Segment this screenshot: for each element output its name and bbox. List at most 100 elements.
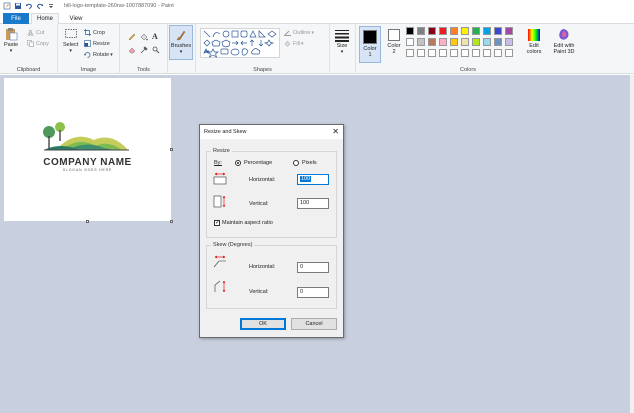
palette-swatch[interactable]: [472, 49, 480, 57]
cut-button[interactable]: Cut: [27, 29, 45, 36]
ok-button[interactable]: OK: [240, 318, 286, 330]
tab-view[interactable]: View: [62, 13, 90, 24]
maintain-aspect-label[interactable]: Maintain aspect ratio: [222, 220, 273, 226]
rotate-button[interactable]: Rotate ▾: [84, 51, 113, 58]
vertical-scrollbar[interactable]: [630, 75, 634, 413]
image-label: Image: [80, 67, 97, 73]
crop-label: Crop: [93, 29, 105, 36]
pixels-radio[interactable]: [293, 160, 299, 166]
resize-skew-dialog: Resize and Skew ✕ Resize By: Percentage …: [199, 124, 344, 338]
palette-swatch[interactable]: [439, 38, 447, 46]
resize-section: Resize By: Percentage Pixels Horizontal:…: [206, 148, 337, 238]
palette-swatch[interactable]: [417, 27, 425, 35]
palette-swatch[interactable]: [439, 27, 447, 35]
palette-swatch[interactable]: [417, 38, 425, 46]
resize-label: Resize: [93, 40, 110, 47]
palette-swatch[interactable]: [428, 27, 436, 35]
resize-button[interactable]: Resize: [84, 40, 110, 47]
palette-swatch[interactable]: [494, 49, 502, 57]
quick-access-dropdown-icon[interactable]: [47, 2, 55, 10]
crop-button[interactable]: Crop: [84, 29, 105, 36]
edit-colors-button[interactable]: Edit colors: [524, 28, 544, 55]
tools-label: Tools: [137, 67, 150, 73]
fill-label: Fill: [293, 40, 301, 47]
copy-button[interactable]: Copy: [27, 40, 49, 47]
fill-bucket-icon[interactable]: [140, 33, 148, 41]
palette-swatch[interactable]: [428, 49, 436, 57]
save-icon[interactable]: [14, 2, 22, 10]
shapes-gallery[interactable]: [200, 28, 280, 58]
fill-button[interactable]: Fill ▾: [284, 40, 304, 47]
resize-icon: [84, 40, 91, 47]
vertical-label: Vertical:: [249, 201, 269, 207]
eraser-icon[interactable]: [128, 46, 136, 54]
paste-button[interactable]: Paste ▾: [4, 27, 18, 54]
palette-swatch[interactable]: [461, 49, 469, 57]
pixels-label[interactable]: Pixels: [302, 160, 317, 166]
color1-button[interactable]: Color 1: [359, 26, 381, 63]
skew-horizontal-input[interactable]: 0: [297, 262, 329, 273]
palette-swatch[interactable]: [494, 27, 502, 35]
image-canvas[interactable]: COMPANY NAME SLOGAN GOES HERE: [4, 78, 171, 221]
palette-swatch[interactable]: [472, 27, 480, 35]
logo-company-name: COMPANY NAME: [43, 157, 132, 168]
palette-swatch[interactable]: [505, 49, 513, 57]
tab-home[interactable]: Home: [31, 13, 59, 24]
canvas-resize-handle-corner[interactable]: [170, 220, 173, 223]
canvas-resize-handle-bottom[interactable]: [86, 220, 89, 223]
pencil-icon[interactable]: [128, 33, 136, 41]
palette-swatch[interactable]: [428, 38, 436, 46]
crop-icon: [84, 29, 91, 36]
palette-swatch[interactable]: [505, 27, 513, 35]
skew-vertical-input[interactable]: 0: [297, 287, 329, 298]
palette-swatch[interactable]: [406, 49, 414, 57]
size-button[interactable]: Size ▾: [333, 28, 351, 55]
undo-icon[interactable]: [25, 2, 33, 10]
percentage-radio[interactable]: [235, 160, 241, 166]
vertical-resize-input[interactable]: 100: [297, 198, 329, 209]
ribbon: Paste ▾ Cut Copy Clipboard Select ▾ Crop…: [0, 24, 634, 74]
edit-with-paint3d-button[interactable]: Edit with Paint 3D: [550, 28, 578, 55]
palette-swatch[interactable]: [450, 49, 458, 57]
palette-swatch[interactable]: [461, 38, 469, 46]
skew-section: Skew (Degrees) Horizontal: 0 Vertical: 0: [206, 242, 337, 309]
rotate-icon: [84, 51, 91, 58]
size-group[interactable]: Size ▾: [330, 24, 356, 74]
horizontal-label: Horizontal:: [249, 177, 276, 183]
redo-icon[interactable]: [36, 2, 44, 10]
palette-swatch[interactable]: [450, 27, 458, 35]
skew-vertical-label: Vertical:: [249, 289, 269, 295]
ribbon-tabs: File Home View: [0, 12, 634, 24]
palette-swatch[interactable]: [417, 49, 425, 57]
copy-label: Copy: [36, 40, 49, 47]
palette-swatch[interactable]: [472, 38, 480, 46]
palette-swatch[interactable]: [505, 38, 513, 46]
magnifier-icon[interactable]: [152, 46, 160, 54]
palette-swatch[interactable]: [406, 38, 414, 46]
palette-swatch[interactable]: [483, 49, 491, 57]
close-icon[interactable]: ✕: [332, 127, 339, 136]
canvas-resize-handle-right[interactable]: [170, 148, 173, 151]
maintain-aspect-checkbox[interactable]: ✓: [214, 220, 220, 226]
palette-swatch[interactable]: [406, 27, 414, 35]
line-size-icon: [335, 30, 349, 42]
palette-swatch[interactable]: [494, 38, 502, 46]
outline-button[interactable]: Outline ▾: [284, 29, 314, 36]
percentage-label[interactable]: Percentage: [244, 160, 272, 166]
palette-swatch[interactable]: [461, 27, 469, 35]
palette-swatch[interactable]: [439, 49, 447, 57]
horizontal-resize-input[interactable]: 100: [297, 174, 329, 185]
color-picker-icon[interactable]: [140, 46, 148, 54]
select-button[interactable]: Select ▾: [63, 27, 78, 54]
palette-swatch[interactable]: [483, 27, 491, 35]
brushes-button[interactable]: Brushes ▾: [169, 25, 193, 60]
color2-button[interactable]: Color 2: [384, 29, 404, 55]
text-tool-icon[interactable]: A: [152, 32, 158, 41]
colors-group: Color 1 Color 2 Edit colors Edit with Pa…: [356, 24, 580, 74]
palette-swatch[interactable]: [483, 38, 491, 46]
cut-label: Cut: [36, 29, 45, 36]
tab-file[interactable]: File: [3, 13, 29, 24]
palette-swatch[interactable]: [450, 38, 458, 46]
cancel-button[interactable]: Cancel: [291, 318, 337, 330]
window-title: hill-logo-template-260nw-1007887090 - Pa…: [64, 3, 174, 9]
